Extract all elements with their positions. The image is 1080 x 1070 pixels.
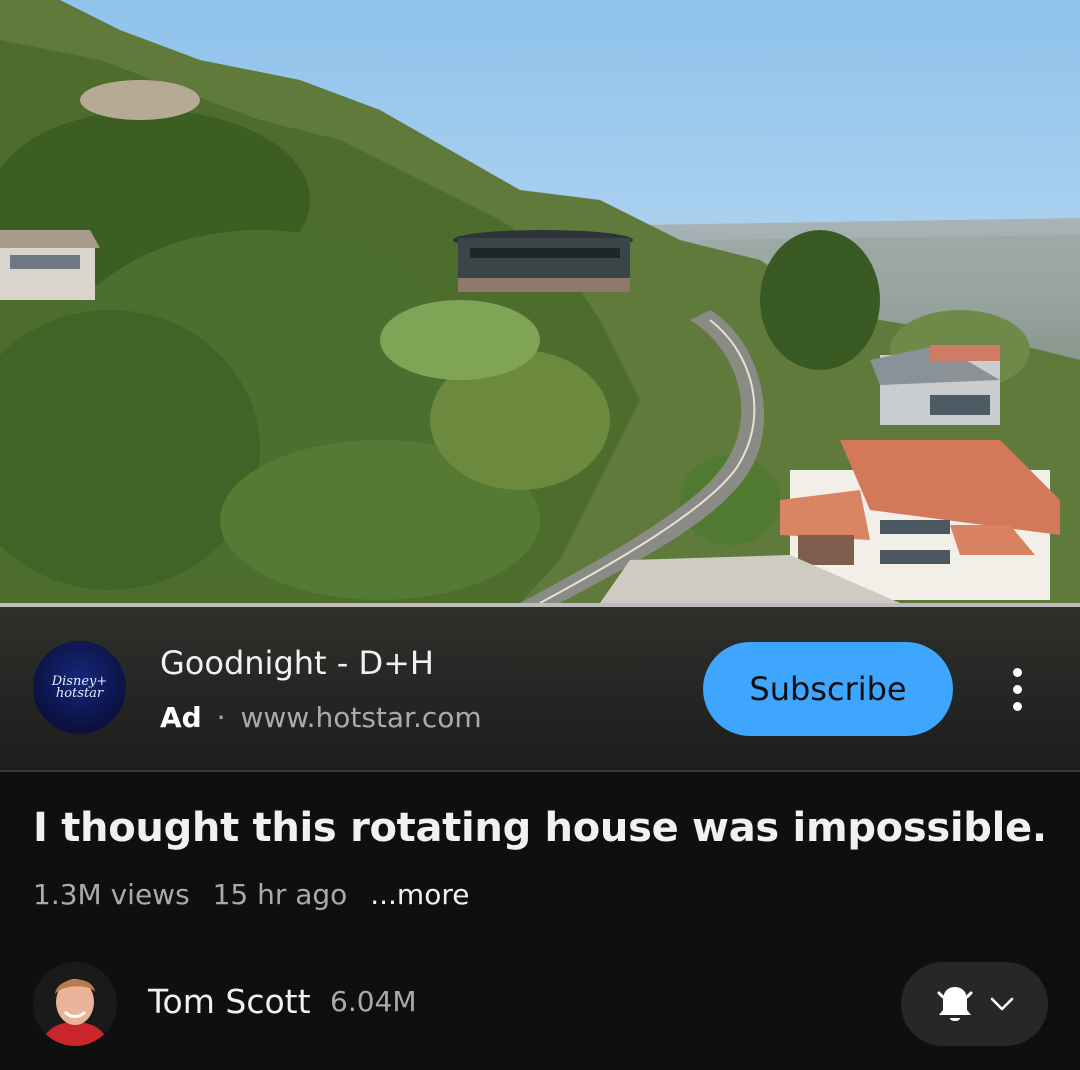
video-metadata[interactable]: 1.3M views 15 hr ago ...more <box>33 878 483 911</box>
kebab-dot <box>1012 667 1022 677</box>
ad-title[interactable]: Goodnight - D+H <box>160 644 434 682</box>
ad-banner[interactable]: Disney+ hotstar Goodnight - D+H Ad · www… <box>0 607 1080 770</box>
kebab-dot <box>1012 684 1022 694</box>
video-frame-drone-view <box>0 0 1080 603</box>
ad-url[interactable]: www.hotstar.com <box>240 701 481 734</box>
advertiser-logo[interactable]: Disney+ hotstar <box>33 641 126 734</box>
ad-label: Ad <box>160 701 202 734</box>
view-count: 1.3M views <box>33 878 190 911</box>
subscriber-count: 6.04M <box>330 985 417 1018</box>
subscribe-button[interactable]: Subscribe <box>703 642 953 736</box>
video-title[interactable]: I thought this rotating house was imposs… <box>33 805 1047 851</box>
more-link[interactable]: ...more <box>370 878 469 911</box>
channel-name[interactable]: Tom Scott <box>148 982 311 1021</box>
kebab-dot <box>1012 701 1022 711</box>
upload-age: 15 hr ago <box>212 878 348 911</box>
notifications-button[interactable] <box>901 962 1048 1046</box>
avatar-image <box>33 962 117 1046</box>
channel-avatar[interactable] <box>33 962 117 1046</box>
chevron-down-icon <box>990 997 1013 1011</box>
divider <box>0 770 1080 772</box>
notifications-bell-icon <box>937 987 972 1021</box>
more-vert-icon[interactable] <box>995 657 1039 721</box>
video-player[interactable] <box>0 0 1080 603</box>
ad-subtitle: Ad · www.hotstar.com <box>160 701 482 734</box>
ad-separator: · <box>216 701 226 734</box>
hotstar-logo-text: Disney+ hotstar <box>51 673 108 701</box>
